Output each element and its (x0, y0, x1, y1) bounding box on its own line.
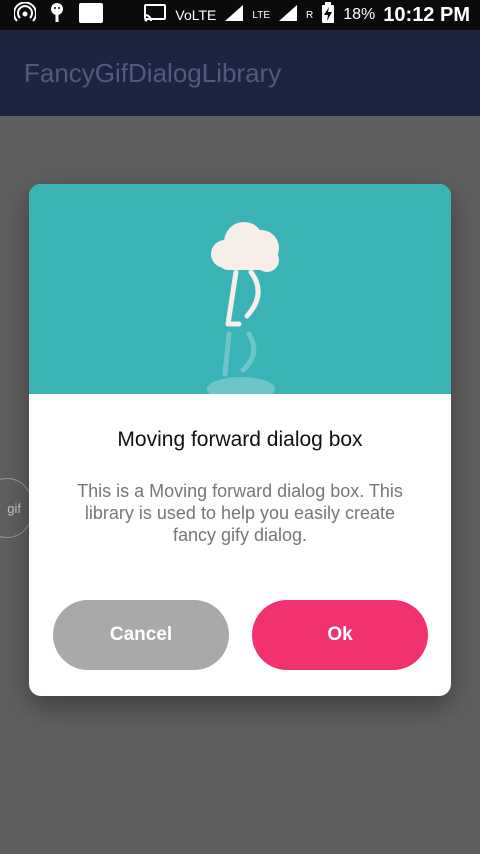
ok-button-label: Ok (327, 624, 353, 645)
signal-roaming-icon (278, 4, 298, 27)
ok-button[interactable]: Ok (252, 600, 428, 670)
dialog: Moving forward dialog box This is a Movi… (29, 184, 451, 696)
cancel-button-label: Cancel (109, 624, 173, 645)
hotspot-icon (13, 1, 37, 29)
status-right: VoLTE LTE R 18% 10:12 PM (143, 1, 480, 29)
dialog-title: Moving forward dialog box (117, 428, 363, 451)
clock: 10:12 PM (383, 3, 470, 26)
volte-indicator: VoLTE (175, 7, 217, 23)
network-type-left: LTE (252, 9, 271, 21)
android-debug-icon (48, 2, 66, 29)
notification-square-icon (78, 2, 104, 29)
cast-icon (143, 3, 167, 28)
dialog-message: This is a Moving forward dialog box. Thi… (77, 481, 403, 545)
status-bar: VoLTE LTE R 18% 10:12 PM (0, 0, 480, 30)
app-bar: FancyGifDialogLibrary (0, 30, 480, 116)
roaming-indicator: R (306, 9, 314, 21)
battery-charging-icon (321, 1, 335, 29)
moving-cloud-illustration (207, 222, 279, 401)
status-left (0, 1, 104, 29)
app-title: FancyGifDialogLibrary (24, 57, 282, 88)
signal-icon (224, 4, 244, 27)
cancel-button[interactable]: Cancel (53, 600, 229, 670)
battery-percent: 18% (343, 6, 376, 23)
dialog-gif (29, 184, 451, 401)
side-handle-label: gif (7, 500, 21, 516)
